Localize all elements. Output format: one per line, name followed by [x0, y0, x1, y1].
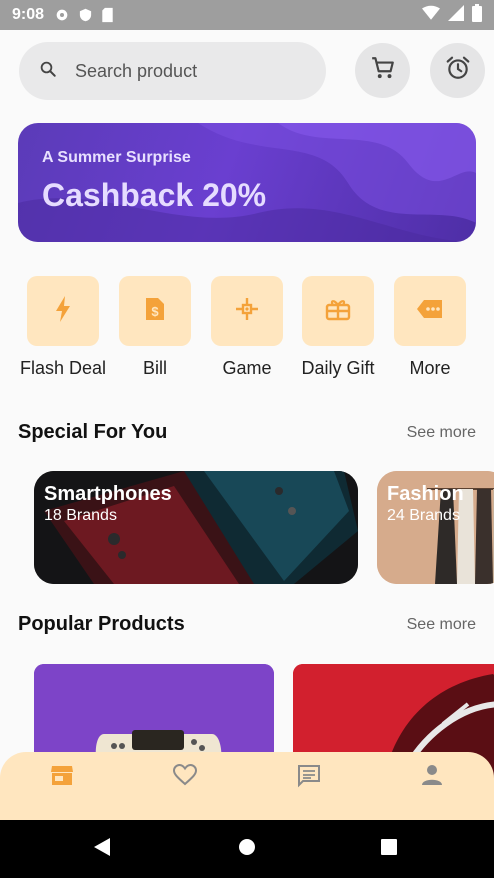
home-button[interactable]	[217, 820, 277, 878]
flash-icon	[53, 295, 73, 328]
category-icon-box	[302, 276, 374, 346]
heart-icon	[173, 763, 198, 820]
game-icon	[233, 295, 261, 328]
search-bar[interactable]: Search product	[19, 42, 326, 100]
settings-icon	[54, 7, 70, 23]
battery-icon	[472, 3, 482, 27]
category-bill[interactable]: $ Bill	[109, 276, 201, 379]
wifi-icon	[422, 5, 440, 26]
search-input[interactable]: Search product	[75, 61, 197, 82]
signal-icon	[448, 4, 464, 26]
svg-text:$: $	[151, 304, 159, 319]
app-screen: Search product A Summer Surprise Cashbac…	[0, 30, 494, 820]
back-triangle-icon	[93, 837, 111, 862]
card-subtitle: 18 Brands	[44, 507, 117, 524]
promo-banner[interactable]: A Summer Surprise Cashback 20%	[18, 123, 476, 242]
nav-profile[interactable]	[371, 752, 494, 820]
category-icon-box: $	[119, 276, 191, 346]
category-row: Flash Deal $ Bill Game Daily Gift More	[0, 276, 494, 386]
shield-icon	[78, 7, 93, 23]
cart-button[interactable]	[355, 43, 410, 98]
chat-icon	[297, 764, 321, 820]
special-section-title: Special For You	[18, 421, 168, 443]
banner-subtitle: A Summer Surprise	[42, 149, 191, 166]
card-title: Smartphones	[44, 483, 172, 505]
cart-icon	[370, 55, 396, 86]
category-icon-box	[394, 276, 466, 346]
user-icon	[421, 764, 443, 820]
category-more[interactable]: More	[384, 276, 476, 379]
category-icon-box	[211, 276, 283, 346]
special-section-header: Special For You See more	[18, 421, 476, 444]
card-subtitle: 24 Brands	[387, 507, 460, 524]
special-card-fashion[interactable]: Fashion 24 Brands	[377, 471, 494, 584]
special-see-more-link[interactable]: See more	[407, 424, 476, 442]
search-icon	[39, 60, 57, 83]
recents-square-icon	[380, 838, 398, 861]
more-icon	[416, 299, 444, 324]
status-bar: 9:08	[0, 0, 494, 30]
category-label: Daily Gift	[301, 358, 375, 378]
status-time: 9:08	[12, 6, 45, 23]
nav-shop[interactable]	[0, 752, 124, 820]
category-icon-box	[27, 276, 99, 346]
bill-icon: $	[144, 296, 166, 327]
sd-card-icon	[101, 7, 114, 23]
system-navigation-bar	[0, 820, 494, 878]
category-label: Game	[222, 358, 272, 378]
category-daily-gift[interactable]: Daily Gift	[292, 276, 384, 379]
popular-see-more-link[interactable]: See more	[407, 616, 476, 634]
back-button[interactable]	[72, 820, 132, 878]
bottom-navigation	[0, 752, 494, 820]
alarm-button[interactable]	[430, 43, 485, 98]
category-label: Flash Deal	[19, 358, 107, 378]
home-circle-icon	[238, 838, 256, 861]
recents-button[interactable]	[359, 820, 419, 878]
gift-icon	[325, 297, 351, 326]
special-card-smartphones[interactable]: Smartphones 18 Brands	[34, 471, 358, 584]
alarm-clock-icon	[445, 55, 471, 86]
category-label: More	[409, 358, 451, 378]
banner-title: Cashback 20%	[42, 177, 267, 213]
popular-section-title: Popular Products	[18, 613, 185, 635]
category-game[interactable]: Game	[201, 276, 293, 379]
nav-chat[interactable]	[247, 752, 371, 820]
card-title: Fashion	[387, 483, 464, 505]
shop-icon	[50, 764, 74, 820]
category-flash-deal[interactable]: Flash Deal	[17, 276, 109, 379]
category-label: Bill	[142, 358, 167, 378]
nav-favorites[interactable]	[124, 752, 248, 820]
popular-section-header: Popular Products See more	[18, 613, 476, 636]
